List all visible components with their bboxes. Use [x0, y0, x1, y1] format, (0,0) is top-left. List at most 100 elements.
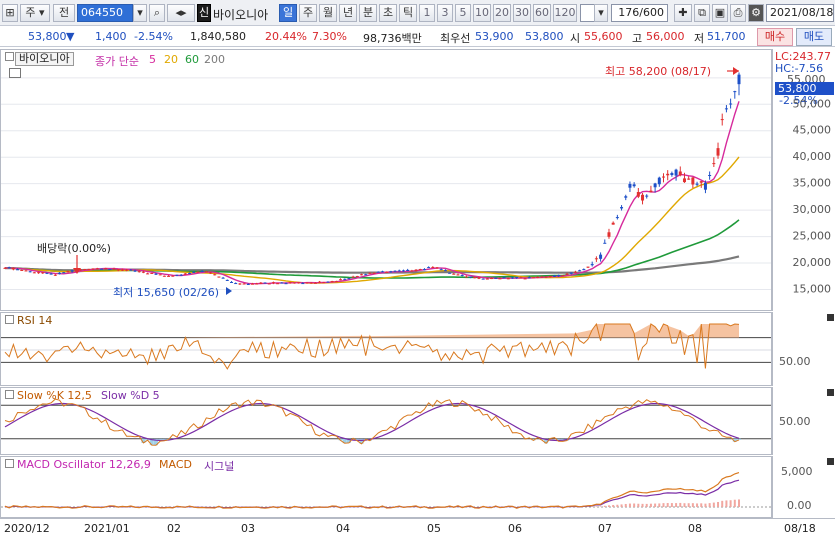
stoch-collapse-icon[interactable] [827, 389, 834, 396]
candle-body [389, 271, 393, 273]
chart-settings-icon[interactable]: ⊞ [2, 4, 18, 22]
candle-body [460, 274, 464, 276]
rsi-menu-icon[interactable] [5, 315, 14, 324]
candle-body [703, 182, 707, 190]
tab-second[interactable]: 초 [379, 4, 397, 22]
candle-body [481, 278, 485, 280]
price-tick-label: 45,000 [793, 124, 832, 137]
tab-year[interactable]: 년 [339, 4, 357, 22]
panel-menu-icon[interactable] [5, 52, 14, 61]
candle-body [41, 272, 45, 274]
tab-month[interactable]: 월 [319, 4, 337, 22]
minute-5-button[interactable]: 5 [455, 4, 471, 22]
macd-menu-icon[interactable] [5, 459, 14, 468]
candle-body [368, 272, 372, 274]
ma-60-label: 60 [185, 53, 199, 66]
rsi-collapse-icon[interactable] [827, 314, 834, 321]
tab-tick[interactable]: 틱 [399, 4, 417, 22]
minute-10-button[interactable]: 10 [473, 4, 491, 22]
macd-line [4, 472, 740, 509]
candle-body [351, 276, 355, 278]
stochastic-panel[interactable]: Slow %K 12,5 Slow %D 5 [0, 387, 772, 455]
minute-20-button[interactable]: 20 [493, 4, 511, 22]
price-axis: LC:243.77 HC:-7.56 55,000 53,800 -2.54% … [772, 49, 835, 311]
candle-body [427, 267, 431, 269]
minute-60-button[interactable]: 60 [533, 4, 551, 22]
add-indicator-icon[interactable]: ✚ [674, 4, 692, 22]
candle-body [410, 270, 414, 272]
candle-body [37, 272, 41, 274]
trade-type-button[interactable]: 전 [53, 4, 75, 22]
rsi-panel[interactable]: RSI 14 [0, 312, 772, 386]
candle-body [645, 195, 649, 197]
search-icon[interactable]: ⌕ [149, 4, 165, 22]
rsi-tick: 50.00 [779, 355, 811, 368]
stoch-tick: 50.00 [779, 415, 811, 428]
candle-body [397, 270, 401, 272]
candle-body [729, 103, 733, 105]
candle-body [691, 177, 695, 185]
buy-button[interactable]: 매수 [757, 28, 793, 46]
candle-body [129, 269, 133, 271]
candle-body [162, 275, 166, 277]
candle-body [578, 270, 582, 272]
x-label-dec: 2020/12 [4, 522, 50, 535]
candle-body [318, 281, 322, 283]
candle-body [712, 163, 716, 165]
candle-body [628, 183, 632, 188]
stock-code-input[interactable]: 064550 [77, 4, 133, 22]
candle-body [141, 271, 145, 273]
candle-body [330, 281, 334, 283]
tab-day[interactable]: 일 [279, 4, 297, 22]
candle-body [536, 276, 540, 278]
prev-next-icon[interactable]: ◂▸ [167, 4, 195, 22]
candle-body [217, 276, 221, 278]
candle-body [393, 270, 397, 272]
candle-body [259, 282, 263, 284]
candle-body [708, 175, 712, 177]
candle-body [552, 275, 556, 277]
volume: 1,840,580 [190, 30, 246, 43]
candle-body [125, 269, 129, 271]
print-icon[interactable]: ⎙ [730, 4, 746, 22]
price-panel[interactable]: 바이오니아 종가 단순 5 20 60 200 배당락(0.00%) 최고 58… [0, 49, 772, 311]
candle-body [343, 278, 347, 280]
period-low-annotation: 최저 15,650 (02/26) [113, 286, 220, 299]
code-dropdown-icon[interactable]: ▾ [133, 4, 147, 22]
candle-body [11, 267, 15, 270]
tab-minute[interactable]: 분 [359, 4, 377, 22]
candle-body [678, 171, 682, 176]
compare-icon[interactable]: ⧉ [694, 4, 710, 22]
minute-1-button[interactable]: 1 [419, 4, 435, 22]
ma-label: 종가 단순 [95, 55, 139, 68]
stock-name: 바이오니아 [213, 8, 269, 22]
candle-body [443, 270, 447, 272]
trade-amount: 98,736백만 [363, 32, 422, 45]
sell-button[interactable]: 매도 [796, 28, 832, 46]
minute-30-button[interactable]: 30 [513, 4, 531, 22]
candle-body [133, 270, 137, 272]
gear-icon[interactable]: ⚙ [748, 4, 764, 22]
candle-body [519, 277, 523, 279]
candle-body [196, 271, 200, 273]
save-icon[interactable]: ▣ [712, 4, 728, 22]
stoch-menu-icon[interactable] [5, 390, 14, 399]
candle-body [20, 269, 24, 271]
tab-week[interactable]: 주 [299, 4, 317, 22]
candle-body [263, 282, 267, 284]
open-price: 55,600 [584, 30, 623, 43]
custom-period-dropdown-icon[interactable]: ▾ [594, 4, 608, 22]
market-select[interactable]: 주 ▾ [20, 4, 50, 22]
candle-body [112, 268, 116, 270]
count-input[interactable]: 176/600 [611, 4, 668, 22]
candle-body [292, 282, 296, 284]
macd-panel[interactable]: MACD Oscillator 12,26,9 MACD 시그널 [0, 456, 772, 518]
grid-icon[interactable] [9, 68, 21, 78]
minute-3-button[interactable]: 3 [437, 4, 453, 22]
macd-collapse-icon[interactable] [827, 458, 834, 465]
date-input[interactable]: 2021/08/18 [766, 4, 834, 22]
x-label-jan: 2021/01 [84, 522, 130, 535]
x-label-aug: 08 [688, 522, 702, 535]
candle-body [334, 281, 338, 283]
minute-120-button[interactable]: 120 [553, 4, 577, 22]
